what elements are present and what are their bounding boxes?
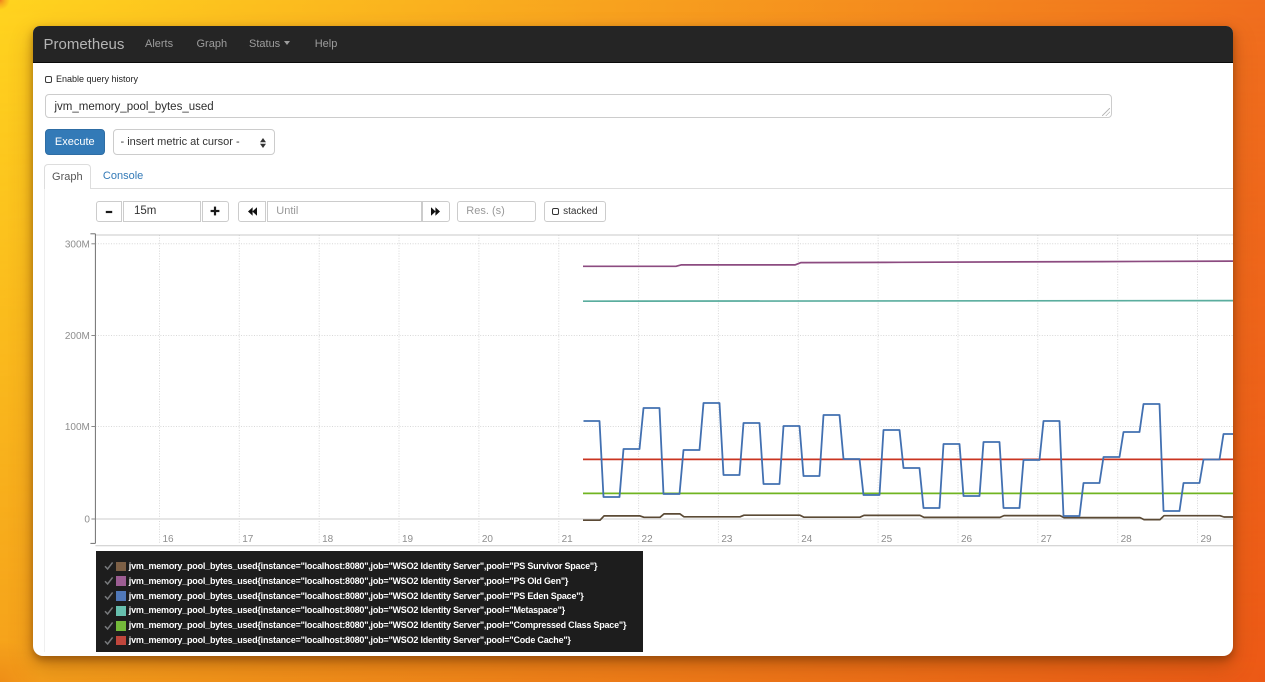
svg-text:19: 19 [402,534,414,545]
svg-text:18: 18 [322,534,334,545]
svg-text:21: 21 [562,534,574,545]
svg-text:200M: 200M [65,331,90,342]
svg-text:20: 20 [482,534,494,545]
svg-text:26: 26 [961,534,973,545]
svg-text:22: 22 [642,534,654,545]
svg-text:17: 17 [242,534,254,545]
svg-text:27: 27 [1041,534,1053,545]
svg-text:16: 16 [162,534,174,545]
svg-text:300M: 300M [65,239,90,250]
svg-text:28: 28 [1121,534,1133,545]
svg-text:23: 23 [721,534,733,545]
svg-text:29: 29 [1200,534,1212,545]
svg-text:0: 0 [84,515,90,526]
svg-text:25: 25 [881,534,893,545]
svg-text:24: 24 [801,534,813,545]
svg-text:100M: 100M [65,422,90,433]
